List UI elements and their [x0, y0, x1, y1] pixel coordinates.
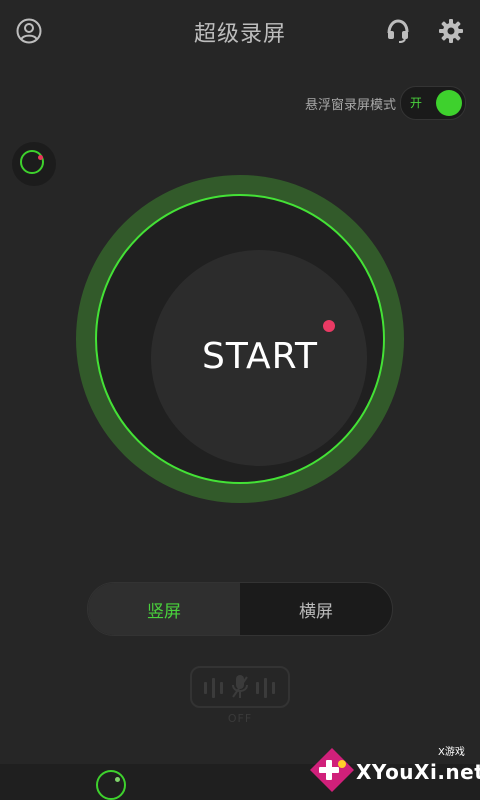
gamepad-logo-icon — [310, 748, 354, 792]
mic-toggle[interactable] — [190, 666, 290, 708]
orb-ring-icon — [20, 150, 44, 174]
level-bar — [256, 682, 259, 694]
microphone-muted-icon — [232, 675, 248, 698]
gear-icon — [439, 19, 463, 43]
portrait-option[interactable]: 竖屏 — [88, 583, 240, 635]
landscape-option[interactable]: 横屏 — [240, 583, 392, 635]
site-watermark: X游戏 XYouXi.net — [306, 740, 480, 800]
toggle-knob — [436, 90, 462, 116]
level-bar — [220, 682, 223, 694]
start-label: START — [201, 336, 319, 377]
record-ring: START — [95, 194, 385, 484]
app-header: 超级录屏 — [0, 0, 480, 62]
record-dot — [323, 320, 335, 332]
orb-record-dot — [38, 155, 43, 160]
toggle-state-text: 开 — [410, 96, 423, 110]
level-bar — [264, 678, 267, 698]
level-bar — [212, 678, 215, 698]
level-bar — [272, 682, 275, 694]
support-button[interactable] — [382, 15, 414, 47]
float-mode-toggle[interactable]: 开 — [400, 86, 466, 120]
floating-record-orb[interactable] — [12, 142, 56, 186]
float-mode-label: 悬浮窗录屏模式 — [304, 98, 396, 113]
orb-dot — [115, 777, 120, 782]
start-record-button[interactable]: START — [76, 175, 404, 503]
watermark-main: XYouXi.net — [356, 760, 480, 784]
mic-state-label: OFF — [227, 712, 253, 725]
level-bar — [204, 682, 207, 694]
headset-icon — [387, 19, 409, 43]
bottom-record-orb[interactable] — [96, 770, 126, 800]
watermark-top: X游戏 — [438, 747, 465, 758]
orientation-selector: 竖屏 横屏 — [87, 582, 393, 636]
settings-button[interactable] — [435, 15, 467, 47]
